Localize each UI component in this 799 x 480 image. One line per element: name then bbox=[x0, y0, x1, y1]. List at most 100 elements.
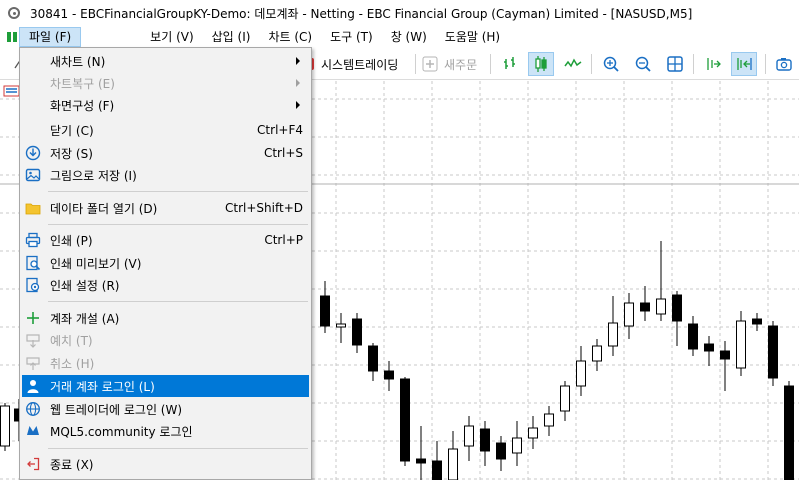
candle-body bbox=[720, 350, 730, 360]
menu-charts[interactable]: 차트 (C) bbox=[259, 27, 321, 47]
menu-bar: 파일 (F) 보기 (V) 삽입 (I) 차트 (C) 도구 (T) 창 (W)… bbox=[0, 26, 799, 48]
new-order-icon bbox=[422, 56, 438, 72]
globe-icon bbox=[25, 401, 41, 417]
candle-body bbox=[0, 405, 10, 447]
exit-icon bbox=[25, 456, 41, 472]
file-menu-item-print-setup[interactable]: 인쇄 설정 (R) bbox=[22, 274, 309, 296]
candle-body bbox=[640, 302, 650, 312]
user-icon bbox=[25, 378, 41, 394]
candle-body bbox=[688, 323, 698, 350]
candle-body bbox=[528, 427, 538, 439]
candle-body bbox=[480, 428, 490, 452]
candle-body bbox=[576, 360, 586, 387]
submenu-arrow-icon bbox=[296, 79, 300, 87]
file-menu-item-withdraw[interactable]: 취소 (H) bbox=[22, 352, 309, 374]
chart-toggle-icon[interactable] bbox=[5, 30, 19, 44]
plus-icon bbox=[25, 310, 41, 326]
auto-scroll-button[interactable] bbox=[700, 52, 726, 76]
candle-body bbox=[736, 320, 746, 369]
file-menu-item-restore-chart[interactable]: 차트복구 (E) bbox=[22, 72, 309, 94]
file-menu-item-close[interactable]: 닫기 (C) Ctrl+F4 bbox=[22, 119, 309, 141]
file-menu-item-login-mql5[interactable]: MQL5.community 로그인 bbox=[22, 420, 309, 442]
title-bar: 30841 - EBCFinancialGroupKY-Demo: 데모계좌 -… bbox=[0, 0, 799, 26]
candle-body bbox=[400, 378, 410, 462]
shortcut-label: Ctrl+Shift+D bbox=[225, 201, 303, 215]
candle-body bbox=[448, 448, 458, 480]
line-chart-button[interactable] bbox=[560, 52, 586, 76]
candle-body bbox=[320, 295, 330, 327]
candle-body bbox=[544, 413, 554, 427]
candle-body bbox=[496, 442, 506, 460]
camera-icon bbox=[776, 58, 792, 71]
menu-tools[interactable]: 도구 (T) bbox=[321, 27, 382, 47]
candle-body bbox=[352, 318, 362, 346]
line-chart-icon bbox=[564, 58, 582, 68]
file-menu-item-new-chart[interactable]: 새차트 (N) bbox=[22, 50, 309, 72]
candle-body bbox=[672, 294, 682, 322]
candle-body bbox=[560, 385, 570, 412]
algo-trading-label: 시스템트레이딩 bbox=[321, 57, 399, 72]
candlestick-chart-button[interactable] bbox=[528, 52, 554, 76]
tile-windows-button[interactable] bbox=[662, 52, 688, 76]
shortcut-label: Ctrl+P bbox=[264, 233, 303, 247]
zoom-in-button[interactable] bbox=[598, 52, 624, 76]
mql5-icon bbox=[25, 423, 41, 439]
menu-window[interactable]: 창 (W) bbox=[382, 27, 436, 47]
shortcut-label: Ctrl+S bbox=[263, 146, 303, 160]
menu-file[interactable]: 파일 (F) bbox=[19, 27, 82, 47]
zoom-out-button[interactable] bbox=[630, 52, 656, 76]
candle-body bbox=[768, 325, 778, 379]
candle-body bbox=[512, 437, 522, 454]
file-menu-item-exit[interactable]: 종료 (X) bbox=[22, 453, 309, 475]
candle-body bbox=[464, 425, 474, 447]
candle-body bbox=[608, 322, 618, 347]
shortcut-label: Ctrl+F4 bbox=[257, 123, 303, 137]
file-menu-item-login-trade-account[interactable]: 거래 계좌 로그인 (L) bbox=[22, 375, 309, 397]
new-order-button[interactable]: 새주문 bbox=[421, 52, 477, 76]
menu-separator bbox=[48, 191, 308, 192]
candlestick-icon bbox=[535, 56, 547, 72]
screenshot-button[interactable] bbox=[771, 52, 797, 76]
window-title: 30841 - EBCFinancialGroupKY-Demo: 데모계좌 -… bbox=[30, 6, 693, 21]
bar-chart-button[interactable] bbox=[497, 52, 523, 76]
file-menu-item-save-as-picture[interactable]: 그림으로 저장 (I) bbox=[22, 164, 309, 186]
file-menu-item-print-preview[interactable]: 인쇄 미리보기 (V) bbox=[22, 252, 309, 274]
candle-body bbox=[656, 298, 666, 315]
menu-view[interactable]: 보기 (V) bbox=[141, 27, 202, 47]
submenu-arrow-icon bbox=[296, 57, 300, 65]
algo-trading-button[interactable]: 시스템트레이딩 bbox=[298, 52, 398, 76]
file-menu-item-profiles[interactable]: 화면구성 (F) bbox=[22, 94, 309, 116]
tile-windows-icon bbox=[667, 56, 683, 72]
file-menu: 새차트 (N) 차트복구 (E) 화면구성 (F) 닫기 (C) Ctrl+F4… bbox=[19, 47, 312, 480]
file-menu-item-deposit[interactable]: 예치 (T) bbox=[22, 329, 309, 351]
file-menu-item-login-web-trader[interactable]: 웹 트레이더에 로그인 (W) bbox=[22, 398, 309, 420]
menu-separator bbox=[48, 301, 308, 302]
candle-body bbox=[704, 343, 714, 352]
print-preview-icon bbox=[25, 255, 41, 271]
file-menu-item-open-account[interactable]: 계좌 개설 (A) bbox=[22, 307, 309, 329]
chart-shift-icon bbox=[737, 58, 752, 70]
picture-icon bbox=[25, 167, 41, 183]
candle-body bbox=[384, 370, 394, 380]
menu-insert[interactable]: 삽입 (I) bbox=[203, 27, 260, 47]
zoom-out-icon bbox=[635, 56, 651, 72]
folder-icon bbox=[25, 200, 41, 216]
candle-body bbox=[784, 385, 794, 480]
submenu-arrow-icon bbox=[296, 101, 300, 109]
auto-scroll-icon bbox=[707, 58, 721, 70]
menu-help[interactable]: 도움말 (H) bbox=[436, 27, 509, 47]
file-menu-item-save[interactable]: 저장 (S) Ctrl+S bbox=[22, 142, 309, 164]
candle-body bbox=[416, 458, 426, 464]
print-settings-icon bbox=[25, 277, 41, 293]
printer-icon bbox=[25, 232, 41, 248]
file-menu-item-open-data-folder[interactable]: 데이타 폴더 열기 (D) Ctrl+Shift+D bbox=[22, 197, 309, 219]
file-menu-item-print[interactable]: 인쇄 (P) Ctrl+P bbox=[22, 229, 309, 251]
app-icon bbox=[8, 7, 20, 19]
chart-flag-icon bbox=[3, 85, 20, 97]
deposit-icon bbox=[25, 332, 41, 348]
candle-body bbox=[432, 460, 442, 480]
chart-shift-button[interactable] bbox=[731, 52, 757, 76]
candle-body bbox=[592, 345, 602, 362]
new-order-label: 새주문 bbox=[444, 57, 478, 72]
menu-separator bbox=[48, 448, 308, 449]
